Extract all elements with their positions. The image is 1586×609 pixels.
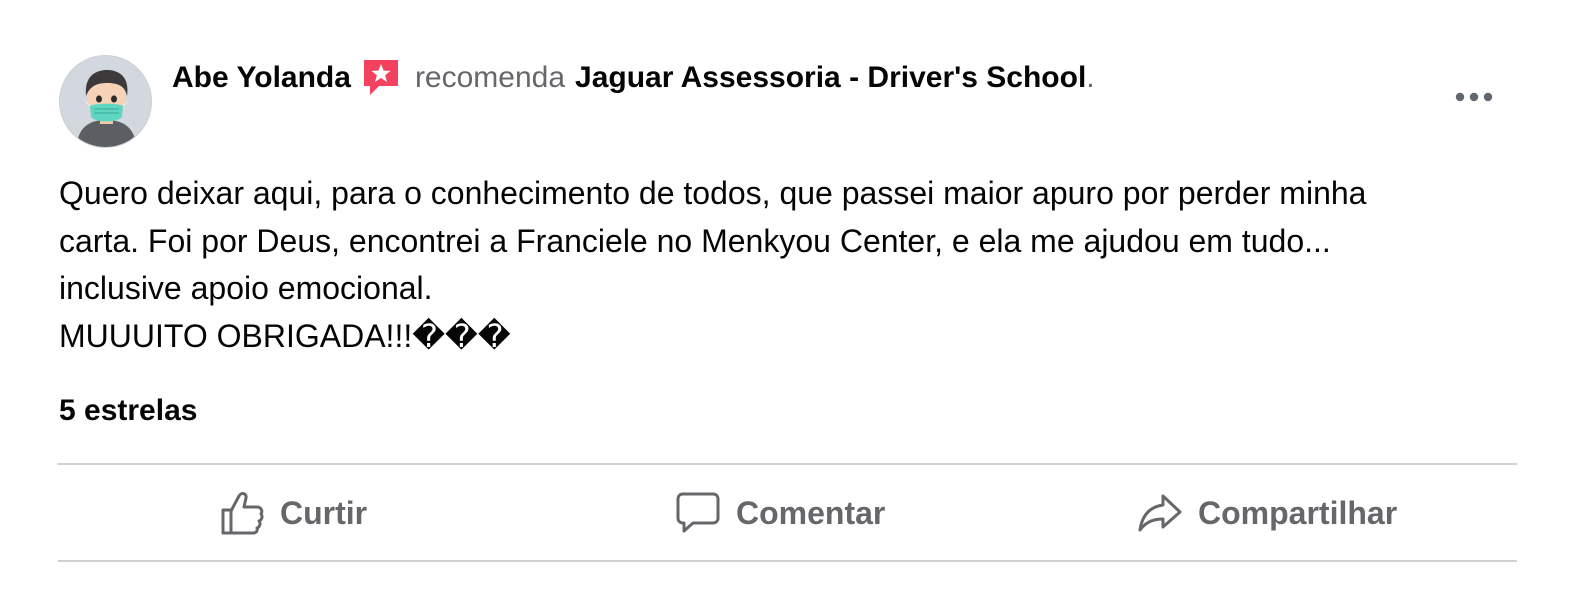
avatar-image: [60, 56, 151, 147]
post-body: Quero deixar aqui, para o conhecimento d…: [59, 170, 1539, 360]
comment-label: Comentar: [736, 494, 886, 531]
author-avatar[interactable]: [59, 55, 152, 148]
share-button[interactable]: Compartilhar: [1136, 466, 1397, 560]
divider-bottom: [58, 560, 1517, 562]
recommendation-star-badge-icon: [361, 58, 401, 98]
recommends-text: recomenda: [414, 61, 566, 94]
like-button[interactable]: Curtir: [218, 466, 367, 560]
share-arrow-icon: [1136, 489, 1184, 537]
divider-top: [58, 463, 1517, 465]
post-body-line: Quero deixar aqui, para o conhecimento d…: [59, 175, 1367, 211]
author-name[interactable]: Abe Yolanda: [172, 61, 351, 95]
action-bar: Curtir Comentar Compartilhar: [58, 466, 1517, 560]
more-options-icon: [1455, 92, 1493, 102]
comment-button[interactable]: Comentar: [674, 466, 885, 560]
post-body-line: MUUUITO OBRIGADA!!!���: [59, 317, 511, 354]
speech-bubble-icon: [674, 489, 722, 537]
post-body-line: inclusive apoio emocional.: [59, 270, 433, 306]
post-header: Abe Yolanda recomenda Jaguar Assessoria …: [172, 58, 1095, 98]
thumbs-up-icon: [218, 489, 266, 537]
review-post: Abe Yolanda recomenda Jaguar Assessoria …: [0, 0, 1586, 609]
more-options-button[interactable]: [1448, 82, 1500, 112]
share-label: Compartilhar: [1198, 494, 1398, 531]
rating-text: 5 estrelas: [59, 394, 198, 427]
page-name-link[interactable]: Jaguar Assessoria - Driver's School: [575, 61, 1086, 95]
post-body-line: carta. Foi por Deus, encontrei a Francie…: [59, 222, 1331, 259]
header-period: .: [1086, 61, 1095, 94]
like-label: Curtir: [280, 494, 368, 531]
